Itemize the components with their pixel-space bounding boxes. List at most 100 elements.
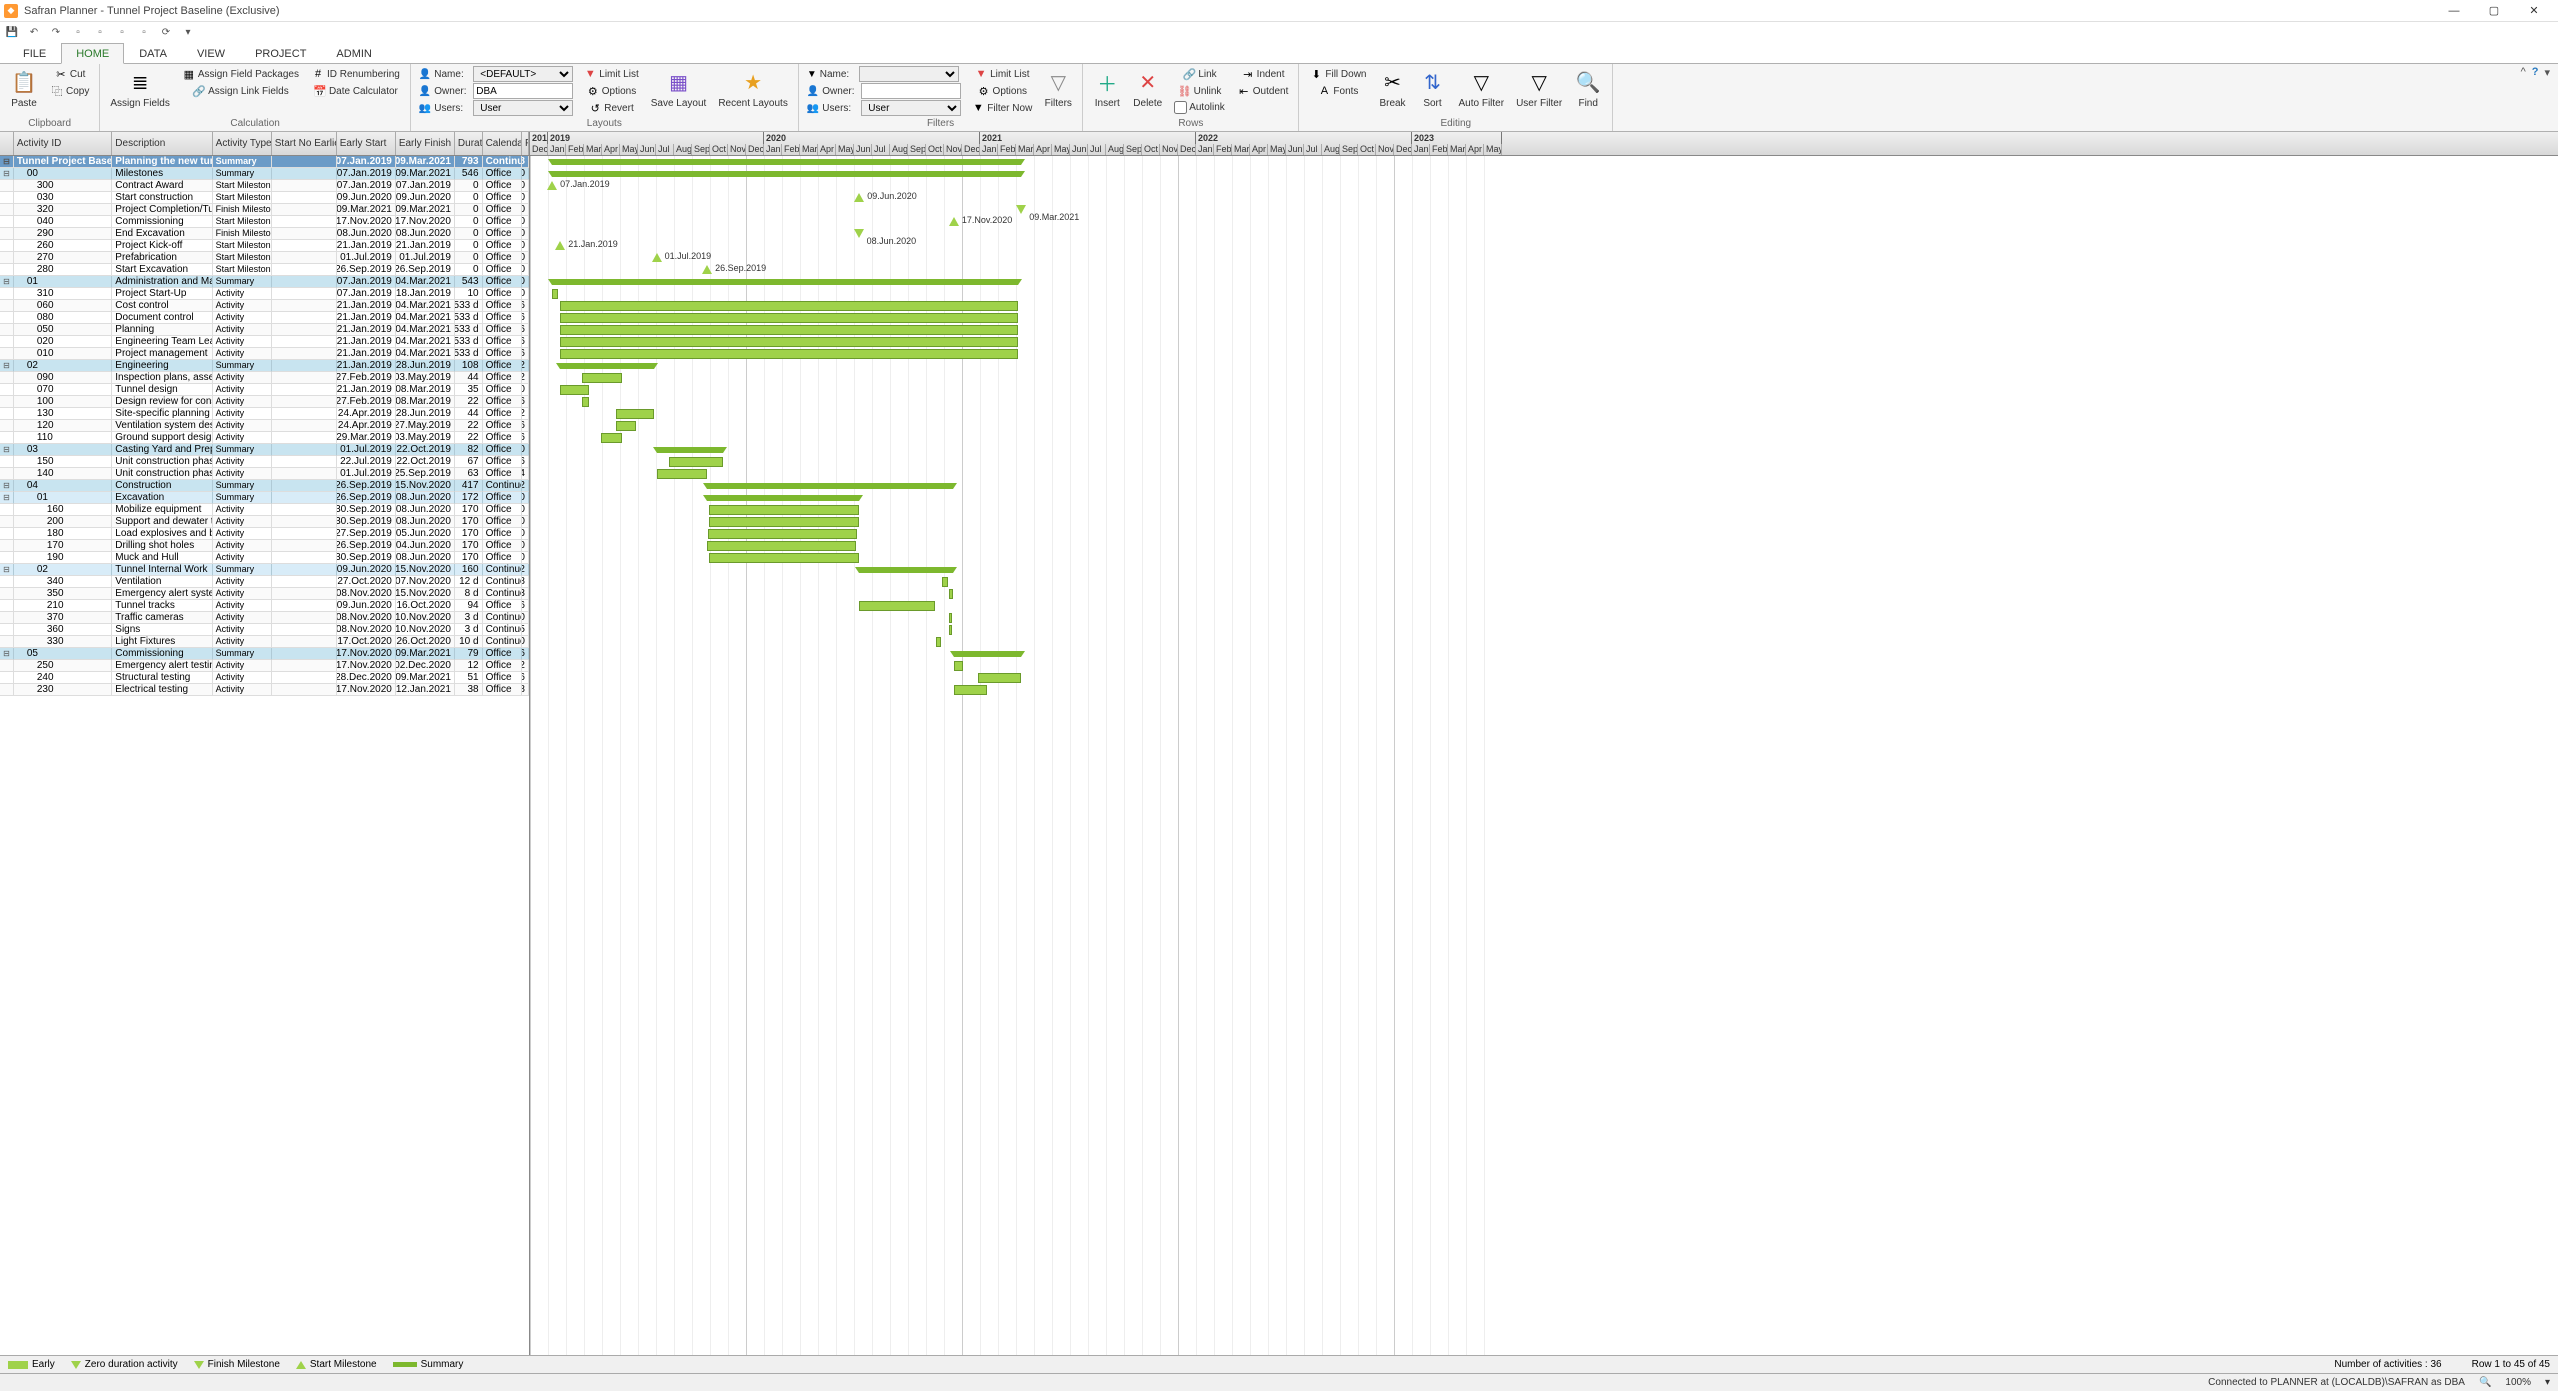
expand-toggle[interactable]: ⊟ [3, 158, 10, 166]
sort-button[interactable]: ⇅Sort [1415, 66, 1451, 111]
table-row[interactable]: 340VentilationActivity27.Oct.202007.Nov.… [0, 576, 529, 588]
table-row[interactable]: 280Start ExcavationStart Milestone26.Sep… [0, 264, 529, 276]
date-calculator-button[interactable]: 📅Date Calculator [307, 83, 404, 99]
table-row[interactable]: ⊟00MilestonesSummary07.Jan.201909.Mar.20… [0, 168, 529, 180]
recent-layouts-button[interactable]: ★Recent Layouts [714, 66, 792, 111]
gantt-row[interactable] [530, 660, 2558, 672]
gantt-row[interactable] [530, 540, 2558, 552]
activity-bar[interactable] [709, 517, 858, 527]
zoom-dropdown-icon[interactable]: ▾ [2545, 1377, 2550, 1388]
minimize-button[interactable]: — [2434, 0, 2474, 22]
gantt-row[interactable]: 17.Nov.2020 [530, 216, 2558, 228]
column-header[interactable]: Activity ID [14, 132, 112, 155]
activity-bar[interactable] [949, 625, 952, 635]
column-header[interactable]: Description [112, 132, 212, 155]
find-button[interactable]: 🔍Find [1570, 66, 1606, 111]
gantt-row[interactable] [530, 468, 2558, 480]
activity-bar[interactable] [936, 637, 941, 647]
gantt-row[interactable] [530, 456, 2558, 468]
gantt-body[interactable]: 07.Jan.2019 09.Jun.2020 09.Mar.2021 17.Nov.… [530, 156, 2558, 1355]
more-icon[interactable]: ▾ [180, 24, 196, 40]
milestone-marker[interactable]: 17.Nov.2020 [949, 217, 959, 226]
layout-users-select[interactable]: User [473, 100, 573, 116]
table-row[interactable]: 210Tunnel tracksActivity09.Jun.202016.Oc… [0, 600, 529, 612]
gantt-row[interactable] [530, 336, 2558, 348]
gantt-row[interactable] [530, 384, 2558, 396]
table-row[interactable]: 200Support and dewater tunnelActivity30.… [0, 516, 529, 528]
copy-button[interactable]: ⿻Copy [46, 83, 93, 99]
menu-tab-view[interactable]: VIEW [182, 43, 240, 63]
table-row[interactable]: 310Project Start-UpActivity07.Jan.201918… [0, 288, 529, 300]
activity-bar[interactable] [616, 421, 636, 431]
milestone-marker[interactable]: 21.Jan.2019 [555, 241, 565, 250]
summary-bar[interactable] [552, 279, 1018, 285]
table-row[interactable]: ⊟02Tunnel Internal WorkSummary09.Jun.202… [0, 564, 529, 576]
milestone-marker[interactable]: 09.Mar.2021 [1016, 205, 1026, 214]
undo-icon[interactable]: ↶ [26, 24, 42, 40]
table-row[interactable]: 180Load explosives and blastActivity27.S… [0, 528, 529, 540]
menu-tab-admin[interactable]: ADMIN [321, 43, 386, 63]
activity-bar[interactable] [601, 433, 622, 443]
filter-name-select[interactable] [859, 66, 959, 82]
summary-bar[interactable] [707, 483, 953, 489]
gantt-row[interactable]: 07.Jan.2019 [530, 180, 2558, 192]
activity-bar[interactable] [978, 673, 1021, 683]
table-row[interactable]: 120Ventilation system designActivity24.A… [0, 420, 529, 432]
milestone-marker[interactable]: 07.Jan.2019 [547, 181, 557, 190]
gantt-row[interactable] [530, 312, 2558, 324]
gantt-row[interactable] [530, 648, 2558, 660]
table-row[interactable]: ⊟03Casting Yard and PreparationSummary01… [0, 444, 529, 456]
table-row[interactable]: 320Project Completion/Tunnel OpeningFini… [0, 204, 529, 216]
export-icon[interactable]: ▫ [136, 24, 152, 40]
milestone-marker[interactable]: 09.Jun.2020 [854, 193, 864, 202]
layout-revert-button[interactable]: ↺Revert [579, 100, 642, 116]
gantt-row[interactable] [530, 672, 2558, 684]
close-button[interactable]: ✕ [2514, 0, 2554, 22]
activity-bar[interactable] [552, 289, 558, 299]
summary-bar[interactable] [560, 363, 654, 369]
new-icon[interactable]: ▫ [70, 24, 86, 40]
activity-bar[interactable] [560, 385, 588, 395]
table-row[interactable]: 160Mobilize equipmentActivity30.Sep.2019… [0, 504, 529, 516]
table-row[interactable]: 230Electrical testingActivity17.Nov.2020… [0, 684, 529, 696]
filters-button[interactable]: ▽Filters [1040, 66, 1076, 111]
expand-toggle[interactable]: ⊟ [3, 494, 10, 502]
maximize-button[interactable]: ▢ [2474, 0, 2514, 22]
autofilter-button[interactable]: ▽Auto Filter [1455, 66, 1509, 111]
gantt-row[interactable] [530, 408, 2558, 420]
gantt-row[interactable] [530, 588, 2558, 600]
activity-bar[interactable] [709, 553, 858, 563]
gantt-row[interactable] [530, 564, 2558, 576]
gantt-row[interactable]: 26.Sep.2019 [530, 264, 2558, 276]
gantt-row[interactable] [530, 600, 2558, 612]
gantt-row[interactable] [530, 492, 2558, 504]
assign-fields-button[interactable]: ≣Assign Fields [106, 66, 173, 111]
table-row[interactable]: 110Ground support designActivity29.Mar.2… [0, 432, 529, 444]
unlink-button[interactable]: ⛓Unlink [1170, 83, 1229, 99]
table-row[interactable]: 010Project managementActivity21.Jan.2019… [0, 348, 529, 360]
table-row[interactable]: ⊟01ExcavationSummary26.Sep.201908.Jun.20… [0, 492, 529, 504]
fonts-button[interactable]: AFonts [1305, 83, 1370, 99]
activity-bar[interactable] [560, 337, 1018, 347]
autolink-checkbox[interactable] [1174, 101, 1187, 114]
column-header[interactable]: Start No Earlier Than [272, 132, 337, 155]
gantt-row[interactable] [530, 348, 2558, 360]
table-row[interactable]: 030Start constructionStart Milestone09.J… [0, 192, 529, 204]
activity-bar[interactable] [954, 685, 987, 695]
gantt-row[interactable] [530, 300, 2558, 312]
summary-bar[interactable] [954, 651, 1021, 657]
gantt-row[interactable] [530, 480, 2558, 492]
table-row[interactable]: 190Muck and HullActivity30.Sep.201908.Ju… [0, 552, 529, 564]
filter-options-button[interactable]: ⚙Options [967, 83, 1036, 99]
gantt-row[interactable] [530, 396, 2558, 408]
table-row[interactable]: 040CommissioningStart Milestone17.Nov.20… [0, 216, 529, 228]
gantt-row[interactable] [530, 636, 2558, 648]
column-header[interactable]: Planned QTY [522, 132, 529, 155]
activity-bar[interactable] [949, 613, 952, 623]
cut-button[interactable]: ✂Cut [46, 66, 93, 82]
gantt-row[interactable] [530, 684, 2558, 696]
expand-toggle[interactable]: ⊟ [3, 566, 10, 574]
activity-bar[interactable] [707, 541, 856, 551]
gantt-row[interactable]: 08.Jun.2020 [530, 228, 2558, 240]
column-header[interactable]: Activity Type [213, 132, 272, 155]
